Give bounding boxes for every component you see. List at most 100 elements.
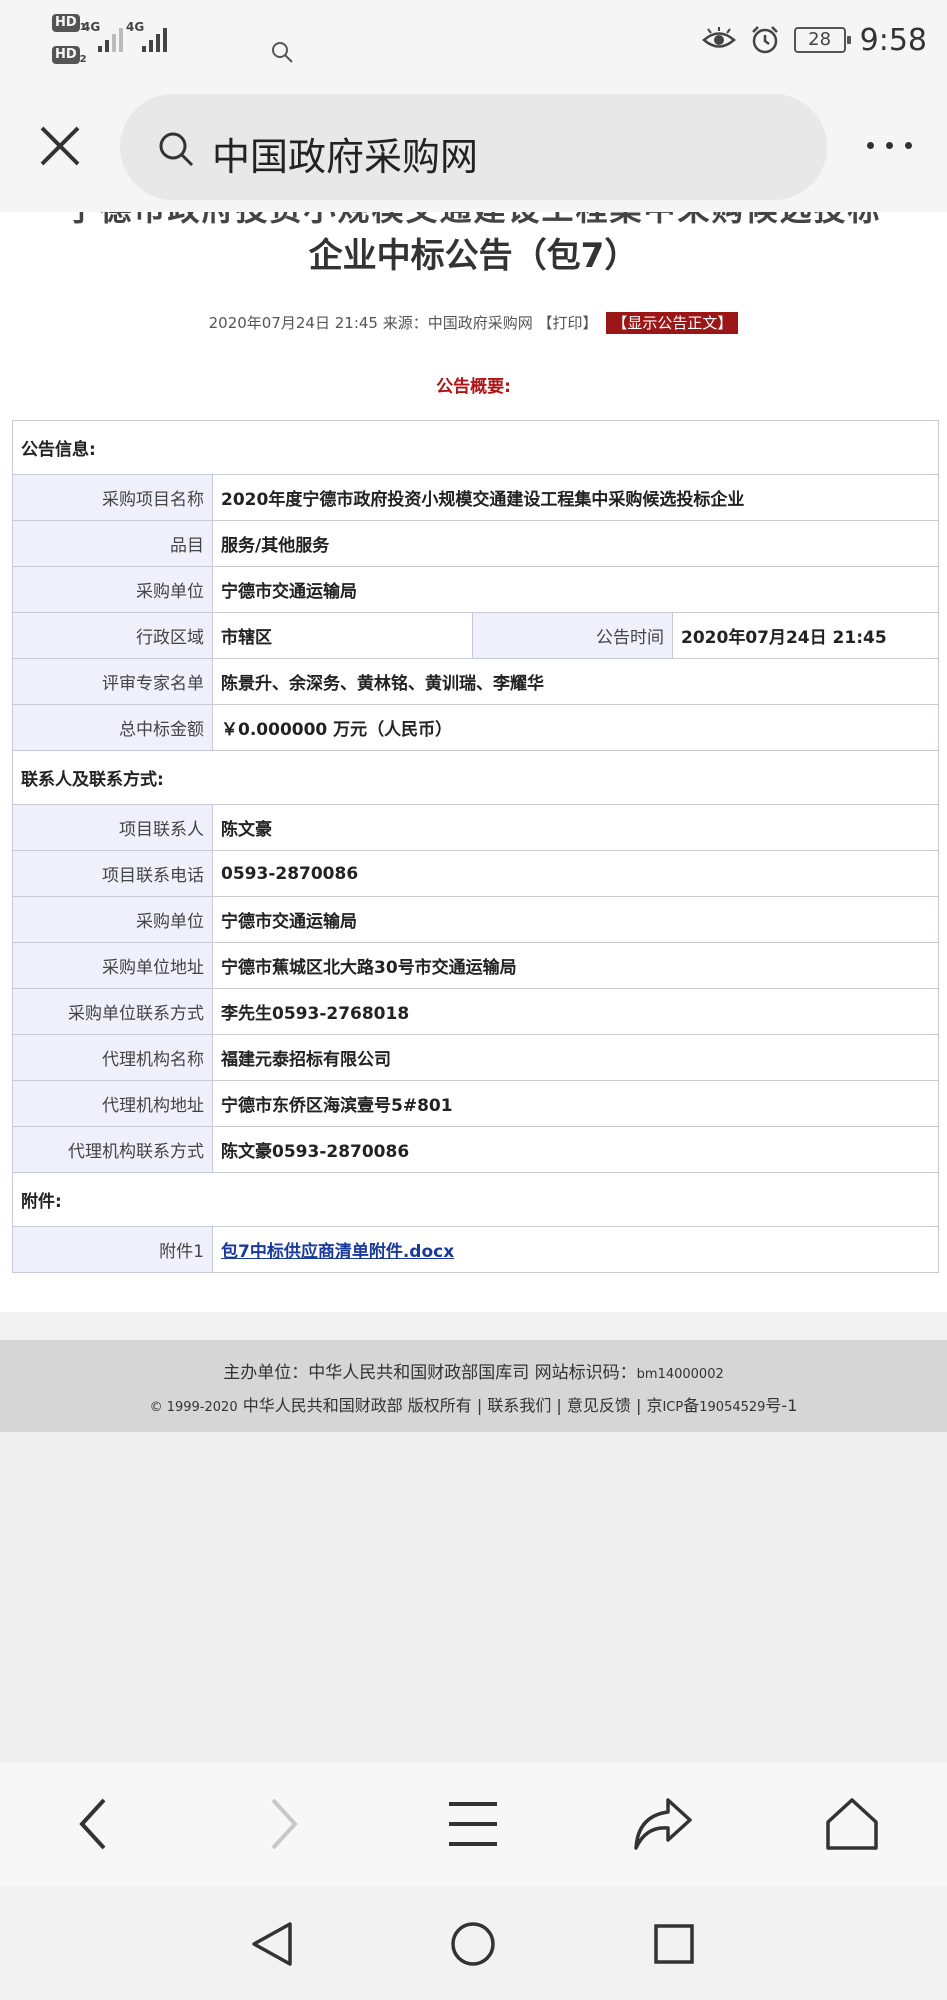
page-title: 企业中标公告（包7） [308,236,639,276]
row-label: 代理机构地址 [12,1080,213,1127]
row-value: 0593-2870086 [212,850,939,897]
row-label: 品目 [12,520,213,567]
row-label: 采购单位 [12,896,213,943]
status-right: 28 9:58 [701,18,927,62]
row-value: 宁德市东侨区海滨壹号5#801 [212,1080,939,1127]
search-icon [159,132,194,167]
back-button[interactable] [59,1792,129,1856]
system-nav-bar [0,1886,947,2000]
row-value: 包7中标供应商清单附件.docx [212,1226,939,1273]
more-icon-dot [904,141,912,149]
home-icon [826,1798,878,1850]
row-value: 李先生0593-2768018 [212,988,939,1035]
row-value: 宁德市交通运输局 [212,566,939,613]
forward-button[interactable] [248,1792,318,1856]
row-label: 公告时间 [472,612,673,659]
menu-icon [449,1802,497,1846]
announcement-meta: 2020年07月24日 21:45 来源：中国政府采购网 【打印】 【显示公告正… [0,312,947,334]
meta-date: 2020年07月24日 21:45 [208,314,378,332]
announcement-table: 公告信息: 采购项目名称 2020年度宁德市政府投资小规模交通建设工程集中采购候… [12,420,939,1273]
system-recents-button[interactable] [646,1916,702,1972]
footer-site-code: bm14000002 [636,1367,724,1382]
show-full-text-button[interactable]: 【显示公告正文】 [606,312,739,334]
row-label: 代理机构联系方式 [12,1126,213,1173]
share-button[interactable] [628,1792,698,1856]
site-footer: 主办单位：中华人民共和国财政部国库司 网站标识码：bm14000002 © 19… [0,1340,947,1432]
close-icon [40,126,80,166]
table-row: 采购单位 宁德市交通运输局 [12,896,939,943]
row-label: 评审专家名单 [12,658,213,705]
row-value: 陈文豪0593-2870086 [212,1126,939,1173]
row-value: 福建元泰招标有限公司 [212,1034,939,1081]
clock: 9:58 [859,22,927,58]
table-row: 代理机构地址 宁德市东侨区海滨壹号5#801 [12,1080,939,1127]
signal-bars-2-icon [142,22,167,52]
home-button[interactable] [817,1792,887,1856]
row-label: 项目联系人 [12,804,213,851]
table-row: 行政区域 市辖区 公告时间 2020年07月24日 21:45 [12,612,939,659]
footer-bei: 备 [683,1396,700,1415]
signal-bars-1-icon [98,22,123,52]
row-value: 市辖区 [212,612,473,659]
footer-icp-number: 19054529 [699,1400,766,1415]
table-row: 采购单位地址 宁德市蕉城区北大路30号市交通运输局 [12,942,939,989]
address-bar-text: 中国政府采购网 [212,135,479,179]
browser-toolbar [0,1762,947,1886]
row-label: 项目联系电话 [12,850,213,897]
page-content: 宁德市政府投资小规模交通建设工程集中采购候选投标 企业中标公告（包7） 2020… [0,212,947,1312]
section-header-attachments: 附件: [12,1172,939,1227]
row-value: 宁德市蕉城区北大路30号市交通运输局 [212,942,939,989]
row-value: ￥0.000000 万元（人民币） [212,704,939,751]
status-bar: HD 1 HD 2 4G 4G 28 9:58 [0,0,947,80]
table-row: 总中标金额 ￥0.000000 万元（人民币） [12,704,939,751]
status-search-icon [272,42,293,63]
system-home-button[interactable] [445,1916,501,1972]
meta-source: 来源：中国政府采购网 [382,314,533,332]
system-back-button[interactable] [244,1916,300,1972]
forward-icon [271,1798,298,1850]
section-header-contact: 联系人及联系方式: [12,750,939,805]
triangle-back-icon [252,1922,292,1966]
table-row: 代理机构联系方式 陈文豪0593-2870086 [12,1126,939,1173]
footer-line-1: 主办单位：中华人民共和国财政部国库司 网站标识码：bm14000002 [0,1358,947,1383]
table-row: 品目 服务/其他服务 [12,520,939,567]
close-button[interactable] [30,116,90,176]
table-row: 采购单位 宁德市交通运输局 [12,566,939,613]
row-value: 服务/其他服务 [212,520,939,567]
share-icon [634,1798,692,1850]
attachment-link[interactable]: 包7中标供应商清单附件.docx [221,1242,454,1262]
address-bar[interactable]: 中国政府采购网 [120,94,827,200]
row-label: 采购项目名称 [12,474,213,521]
print-link[interactable]: 【打印】 [538,314,598,332]
back-icon [79,1798,106,1850]
footer-links[interactable]: 中华人民共和国财政部 版权所有 | 联系我们 | 意见反馈 | 京 [243,1396,663,1415]
table-row: 项目联系电话 0593-2870086 [12,850,939,897]
row-value: 2020年07月24日 21:45 [672,612,939,659]
row-label: 代理机构名称 [12,1034,213,1081]
table-row: 评审专家名单 陈景升、余深务、黄林铭、黄训瑞、李耀华 [12,658,939,705]
battery-indicator: 28 [793,27,851,53]
circle-home-icon [451,1922,495,1966]
row-value: 宁德市交通运输局 [212,896,939,943]
row-label: 附件1 [12,1226,213,1273]
hd2-indicator: HD 2 [52,46,94,68]
footer-icp: ICP [662,1400,684,1415]
table-row: 附件1 包7中标供应商清单附件.docx [12,1226,939,1273]
row-label: 总中标金额 [12,704,213,751]
menu-button[interactable] [438,1792,508,1856]
more-button[interactable] [859,130,919,160]
footer-copyright-years: © 1999-2020 [149,1400,238,1415]
table-row: 代理机构名称 福建元泰招标有限公司 [12,1034,939,1081]
square-recents-icon [654,1924,694,1964]
row-label: 采购单位地址 [12,942,213,989]
row-value: 2020年度宁德市政府投资小规模交通建设工程集中采购候选投标企业 [212,474,939,521]
table-row: 项目联系人 陈文豪 [12,804,939,851]
browser-top-bar: 中国政府采购网 [0,80,947,212]
row-label: 行政区域 [12,612,213,659]
more-icon-dot [885,141,893,149]
footer-host: 主办单位：中华人民共和国财政部国库司 网站标识码： [223,1363,637,1383]
more-icon-dot [866,141,874,149]
row-value: 陈文豪 [212,804,939,851]
row-label: 采购单位联系方式 [12,988,213,1035]
summary-title: 公告概要: [436,377,511,397]
